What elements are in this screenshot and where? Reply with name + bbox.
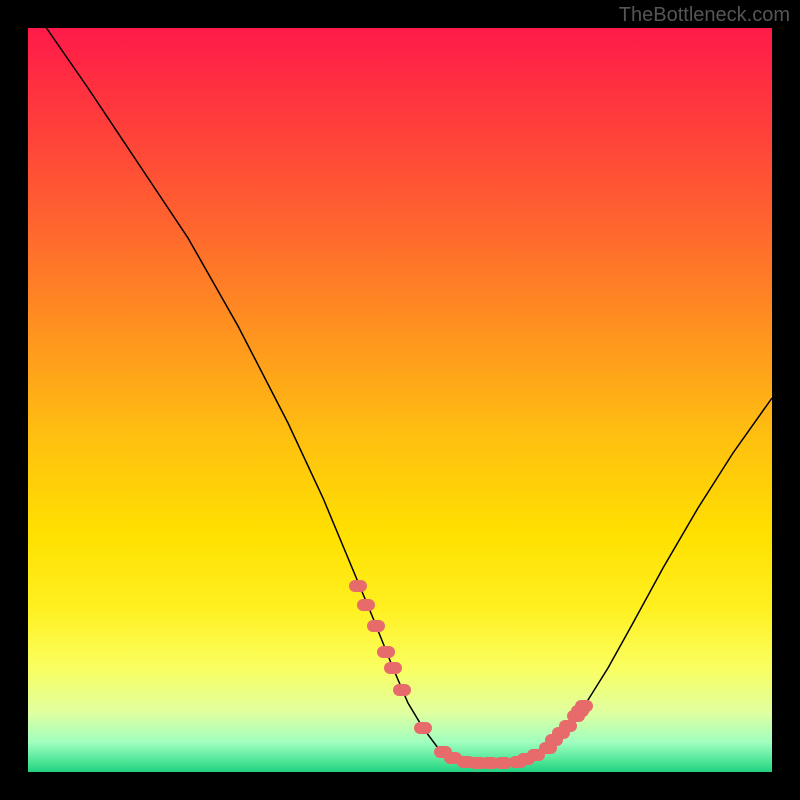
data-marker [384,662,402,674]
chart-plot-area [28,28,772,772]
watermark-text: TheBottleneck.com [619,4,790,27]
data-marker [367,620,385,632]
data-marker [357,599,375,611]
data-marker [349,580,367,592]
data-marker [575,700,593,712]
data-marker [393,684,411,696]
data-marker [377,646,395,658]
markers-group [349,580,593,769]
chart-svg [28,28,772,772]
data-marker [414,722,432,734]
bottleneck-curve [43,28,772,763]
